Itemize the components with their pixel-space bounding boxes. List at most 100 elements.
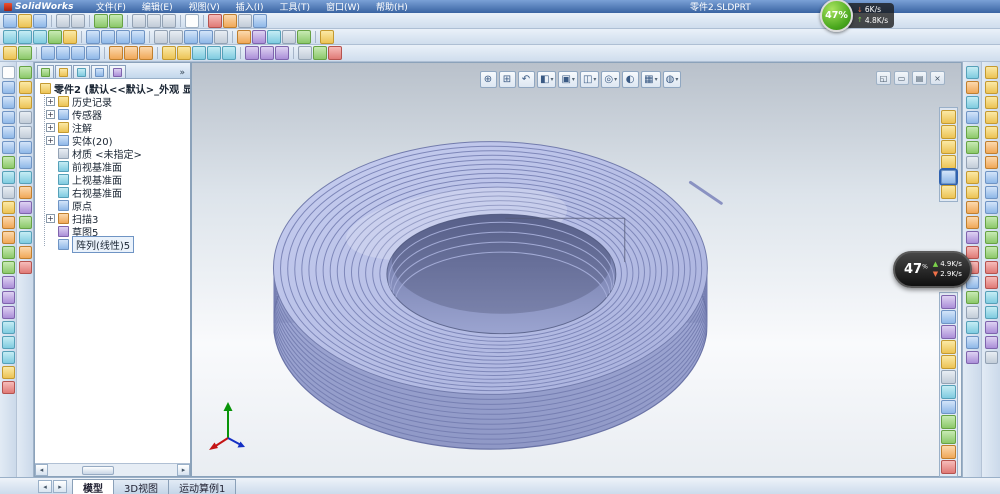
geometric-tolerance-icon[interactable] [18,141,32,154]
displaymanager-tab[interactable] [109,65,126,78]
tab-model[interactable]: 模型 [72,479,114,494]
symmetry-check-icon[interactable] [965,231,979,244]
circle-icon[interactable] [1,126,15,139]
untrim-surface-icon[interactable] [984,231,998,244]
zebra-check-icon[interactable] [965,156,979,169]
datum-feature-icon[interactable] [18,156,32,169]
swept-boss-icon[interactable] [71,46,85,60]
mass-properties-icon[interactable] [18,246,32,259]
scroll-thumb[interactable] [81,465,114,475]
previous-view-icon[interactable]: ↶ [518,71,535,88]
smart-dimension-icon[interactable] [18,46,32,60]
dimxpertmanager-tab[interactable] [91,65,108,78]
hidden-lines-visible-icon[interactable] [169,29,183,44]
section-view-icon[interactable] [237,29,251,44]
view-settings-icon[interactable]: ◍ ▾ [662,71,682,88]
motion-icon[interactable] [941,445,956,459]
tree-item-right-plane[interactable]: 右视基准面 [46,186,190,200]
panel-overflow-chevron[interactable]: » [176,68,188,78]
curvature-check-icon[interactable] [965,141,979,154]
scroll-left-icon[interactable]: ◂ [35,464,48,476]
expand-toggle[interactable]: + [46,123,55,132]
tree-item-sweep3[interactable]: + 扫描3 [46,212,190,226]
extend-surface-icon[interactable] [984,246,998,259]
extruded-cut-icon[interactable] [109,46,123,60]
rotate-entities-icon[interactable] [1,351,15,364]
mirror-entities-icon[interactable] [1,276,15,289]
extend-entities-icon[interactable] [1,231,15,244]
planar-surface-icon[interactable] [984,156,998,169]
menu-insert[interactable]: 插入(I) [228,0,272,13]
linear-pattern-icon[interactable] [245,46,259,60]
compare-icon[interactable] [965,351,979,364]
trim-entities-icon[interactable] [1,216,15,229]
isometric-view-icon[interactable] [116,29,130,44]
zoom-fit-icon[interactable] [3,29,17,44]
redo-icon[interactable] [109,13,123,28]
tree-item-linear-pattern5[interactable]: 阵列(线性)5 [46,236,190,253]
rib-icon[interactable] [207,46,221,60]
zoom-in-out-icon[interactable] [33,29,47,44]
revolved-surface-icon[interactable] [984,81,998,94]
camera-view-icon[interactable] [252,29,266,44]
wireframe-icon[interactable] [154,29,168,44]
copy-entities-icon[interactable] [1,336,15,349]
window-close-icon[interactable]: × [930,71,945,85]
linear-sketch-pattern-icon[interactable] [1,291,15,304]
center-mark-icon[interactable] [18,171,32,184]
paste-icon[interactable] [162,13,176,28]
note-icon[interactable] [18,81,32,94]
net-monitor-badge-side[interactable]: 47% ▲ 4.9K/s ▼ 2.9K/s [893,251,972,288]
centerline-icon[interactable] [1,96,15,109]
midsurface-icon[interactable] [984,321,998,334]
chamfer-icon[interactable] [177,46,191,60]
extruded-surface-icon[interactable] [984,66,998,79]
measure-icon[interactable] [18,231,32,244]
perspective-icon[interactable] [267,29,281,44]
scroll-track[interactable] [48,465,177,476]
swept-surface-icon[interactable] [984,96,998,109]
curves-icon[interactable] [313,46,327,60]
help-icon[interactable] [253,13,267,28]
point-icon[interactable] [1,186,15,199]
trim-surface-icon[interactable] [984,216,998,229]
zoom-fit-icon[interactable]: ⊕ [480,71,497,88]
select-icon[interactable] [185,13,199,28]
save-icon[interactable] [33,13,47,28]
display-style-icon[interactable]: ◫ ▾ [579,71,600,88]
revolved-boss-icon[interactable] [56,46,70,60]
display-states-icon[interactable] [320,29,334,44]
edit-color-icon[interactable] [223,13,237,28]
expand-toggle[interactable]: + [46,214,55,223]
coordinate-system-icon[interactable] [941,140,956,154]
statistics-icon[interactable] [965,321,979,334]
filled-surface-icon[interactable] [984,141,998,154]
shadows-icon[interactable] [214,29,228,44]
apply-scene-icon[interactable]: ▦ ▾ [641,71,661,88]
performance-evaluation-icon[interactable] [965,126,979,139]
net-monitor-badge-top[interactable]: 47% ↓ 6K/s ↑ 4.8K/s [820,0,895,32]
window-minimize-icon[interactable]: ▭ [894,71,909,85]
parting-surface-icon[interactable] [984,336,998,349]
apply-scene-tool-icon[interactable] [941,325,956,339]
hole-wizard-icon[interactable] [124,46,138,60]
curvature-icon[interactable] [297,29,311,44]
surface-flatten-icon[interactable] [984,306,998,319]
mate-reference-icon[interactable] [941,185,956,199]
move-entities-icon[interactable] [1,321,15,334]
undercut-analysis-icon[interactable] [965,201,979,214]
propertymanager-tab[interactable] [55,65,72,78]
replace-face-icon[interactable] [984,276,998,289]
graphics-viewport[interactable]: ⊕ ⊞ ↶ ◧ ▾ ▣ ▾ ◫ ▾ ◎ ▾ ◐ ▦ ▾ ◍ ▾ ◱ ▭ ▤ × [191,62,962,477]
expand-toggle[interactable]: + [46,110,55,119]
section-view-icon[interactable]: ◧ ▾ [537,71,557,88]
walkthrough-icon[interactable] [941,385,956,399]
delete-face-icon[interactable] [984,261,998,274]
scroll-right-icon[interactable]: ▸ [177,464,190,476]
shaded-with-edges-icon[interactable] [184,29,198,44]
window-restore-icon[interactable]: ◱ [876,71,891,85]
equations-icon[interactable] [965,306,979,319]
select-tool-icon[interactable] [1,66,15,79]
window-tile-icon[interactable]: ▤ [912,71,927,85]
rotate-view-icon[interactable] [48,29,62,44]
